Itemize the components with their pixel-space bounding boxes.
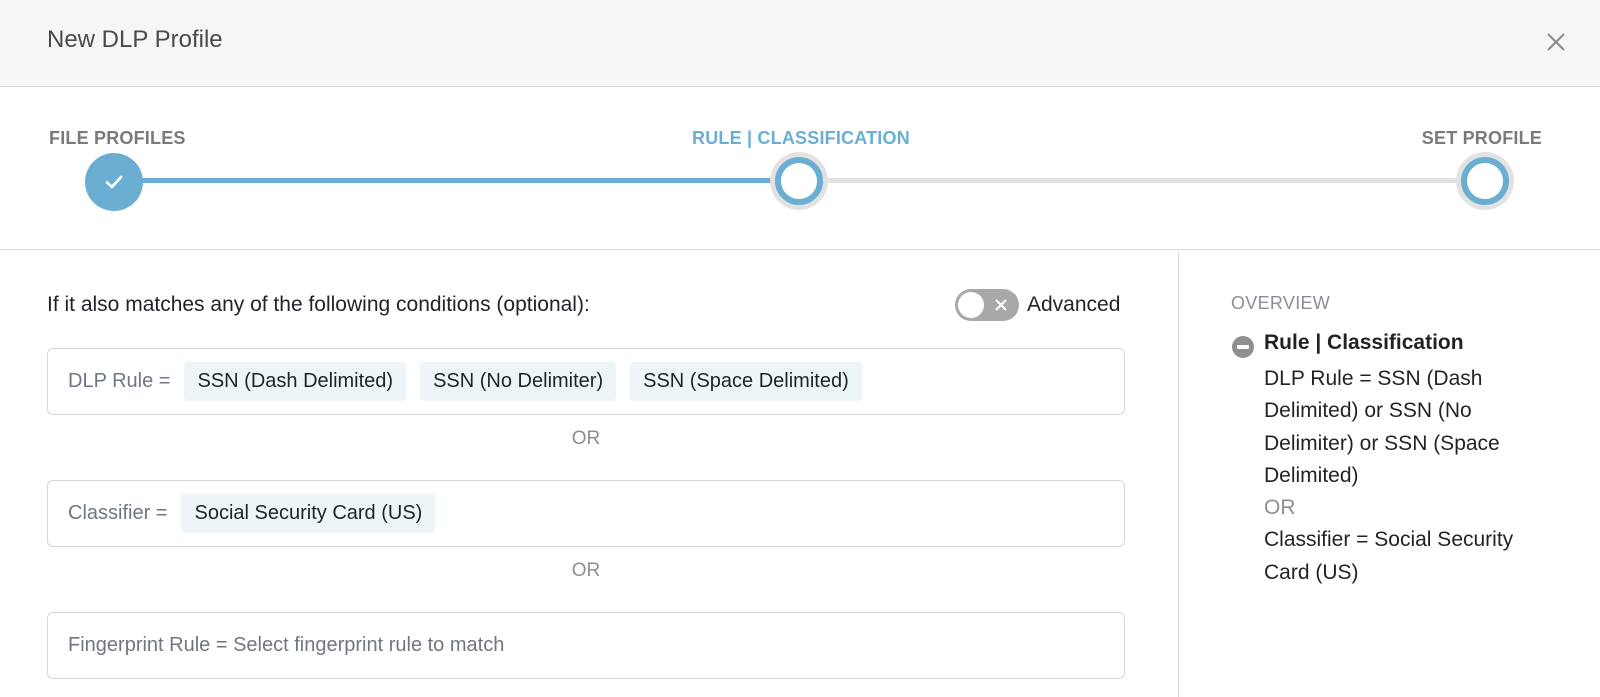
step-node-rule-classification[interactable] — [770, 152, 828, 210]
fingerprint-rule-field[interactable]: Fingerprint Rule = Select fingerprint ru… — [47, 612, 1125, 679]
dlp-rule-chip[interactable]: SSN (Space Delimited) — [630, 362, 862, 401]
progress-track-completed — [114, 178, 800, 183]
overview-summary: DLP Rule = SSN (Dash Delimited) or SSN (… — [1264, 363, 1564, 589]
conditions-label: If it also matches any of the following … — [47, 293, 590, 316]
or-separator: OR — [571, 560, 601, 581]
step-node-set-profile[interactable] — [1456, 152, 1514, 210]
wizard-stepper: FILE PROFILES RULE | CLASSIFICATION SET … — [0, 88, 1600, 250]
close-icon — [1547, 33, 1565, 51]
step-node-file-profiles[interactable] — [85, 153, 143, 211]
advanced-label: Advanced — [1027, 293, 1121, 316]
toggle-switch[interactable] — [955, 289, 1019, 321]
overview-panel: OVERVIEW Rule | Classification DLP Rule … — [1178, 251, 1600, 697]
progress-track-remaining — [800, 178, 1486, 183]
overview-title: OVERVIEW — [1231, 293, 1331, 313]
dlp-rule-chip[interactable]: SSN (No Delimiter) — [420, 362, 617, 401]
or-separator: OR — [571, 428, 601, 449]
fingerprint-rule-placeholder: Fingerprint Rule = Select fingerprint ru… — [68, 634, 505, 656]
step-label-file-profiles[interactable]: FILE PROFILES — [49, 128, 186, 149]
step-label-rule-classification[interactable]: RULE | CLASSIFICATION — [692, 128, 910, 149]
overview-classifier: Classifier = Social Security Card (US) — [1264, 528, 1514, 584]
dlp-rule-field[interactable]: DLP Rule = SSN (Dash Delimited) SSN (No … — [47, 348, 1125, 415]
overview-or: OR — [1264, 496, 1296, 520]
conditions-panel: If it also matches any of the following … — [0, 251, 1177, 697]
checkmark-icon — [105, 175, 123, 189]
dialog-title: New DLP Profile — [47, 26, 223, 53]
classifier-chip[interactable]: Social Security Card (US) — [181, 494, 436, 533]
close-button[interactable] — [1542, 28, 1570, 56]
toggle-off-icon — [995, 299, 1007, 311]
collapse-icon[interactable] — [1232, 336, 1254, 358]
advanced-toggle[interactable]: Advanced — [955, 289, 1120, 321]
overview-dlp-rule: DLP Rule = SSN (Dash Delimited) or SSN (… — [1264, 367, 1500, 487]
toggle-knob — [958, 292, 984, 318]
classifier-field[interactable]: Classifier = Social Security Card (US) — [47, 480, 1125, 547]
classifier-key: Classifier = — [68, 502, 168, 524]
step-label-set-profile[interactable]: SET PROFILE — [1422, 128, 1542, 149]
dlp-rule-key: DLP Rule = — [68, 370, 171, 392]
dlp-rule-chip[interactable]: SSN (Dash Delimited) — [184, 362, 407, 401]
dialog-header: New DLP Profile — [0, 0, 1600, 87]
overview-section-heading: Rule | Classification — [1264, 331, 1464, 354]
